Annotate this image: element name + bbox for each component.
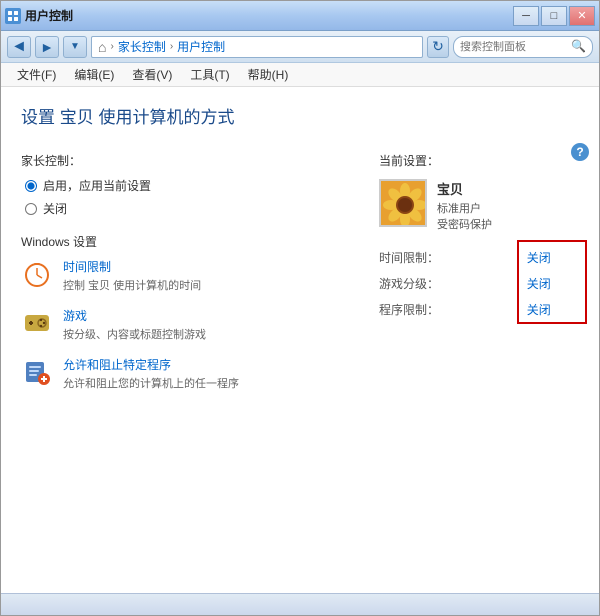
status-section: 时间限制： 关闭 游戏分级： 关闭 程序限制： 关闭 (379, 244, 579, 322)
game-link[interactable]: 游戏 (63, 307, 339, 324)
program-icon (21, 356, 53, 388)
dropdown-button[interactable]: ▼ (63, 36, 87, 58)
address-segment-home[interactable]: 家长控制 (118, 38, 166, 55)
menu-help[interactable]: 帮助(H) (240, 64, 297, 85)
two-column-layout: 家长控制： 启用，应用当前设置 关闭 Windows 设置 (21, 152, 579, 405)
windows-settings-title: Windows 设置 (21, 233, 339, 250)
radio-on-item[interactable]: 启用，应用当前设置 (25, 177, 339, 194)
game-rating-label: 游戏分级： (379, 270, 527, 296)
main-window: 用户控制 ─ □ ✕ ◄ ► ▼ ⌂ › 家长控制 › 用户控制 ↻ 🔍 文件(… (0, 0, 600, 616)
maximize-button[interactable]: □ (541, 6, 567, 26)
back-button[interactable]: ◄ (7, 36, 31, 58)
radio-on-input[interactable] (25, 180, 37, 192)
time-limit-item[interactable]: 时间限制 控制 宝贝 使用计算机的时间 (21, 258, 339, 293)
address-arrow2: › (170, 41, 173, 52)
search-icon[interactable]: 🔍 (571, 39, 586, 55)
windows-settings-section: Windows 设置 时间限制 (21, 233, 339, 391)
current-settings-title: 当前设置： (379, 152, 579, 169)
program-limit-label: 程序限制： (379, 296, 527, 322)
game-rating-row: 游戏分级： 关闭 (379, 270, 579, 296)
status-bar (1, 593, 599, 615)
time-limit-status-value[interactable]: 关闭 (527, 244, 579, 270)
right-column: 当前设置： (379, 152, 579, 405)
menu-view[interactable]: 查看(V) (124, 64, 180, 85)
forward-button[interactable]: ► (35, 36, 59, 58)
search-box[interactable]: 🔍 (453, 36, 593, 58)
time-limit-icon (21, 258, 53, 290)
time-limit-desc: 控制 宝贝 使用计算机的时间 (63, 277, 339, 293)
window-icon (5, 8, 21, 24)
window-title: 用户控制 (25, 7, 73, 24)
time-limit-link[interactable]: 时间限制 (63, 258, 339, 275)
address-path: ⌂ › 家长控制 › 用户控制 (91, 36, 423, 58)
address-arrow1: › (110, 41, 113, 52)
status-table: 时间限制： 关闭 游戏分级： 关闭 程序限制： 关闭 (379, 244, 579, 322)
menu-edit[interactable]: 编辑(E) (66, 64, 122, 85)
menu-tools[interactable]: 工具(T) (182, 64, 237, 85)
menu-file[interactable]: 文件(F) (9, 64, 64, 85)
game-icon (21, 307, 53, 339)
address-bar: ◄ ► ▼ ⌂ › 家长控制 › 用户控制 ↻ 🔍 (1, 31, 599, 63)
time-limit-row: 时间限制： 关闭 (379, 244, 579, 270)
home-icon: ⌂ (98, 39, 106, 55)
title-bar-left: 用户控制 (5, 7, 73, 24)
menu-bar: 文件(F) 编辑(E) 查看(V) 工具(T) 帮助(H) (1, 63, 599, 87)
minimize-button[interactable]: ─ (513, 6, 539, 26)
user-role: 标准用户 (437, 200, 579, 216)
search-input[interactable] (460, 41, 567, 53)
program-desc: 允许和阻止您的计算机上的任一程序 (63, 375, 339, 391)
help-icon-button[interactable]: ? (571, 143, 589, 161)
game-item[interactable]: 游戏 按分级、内容或标题控制游戏 (21, 307, 339, 342)
time-limit-text: 时间限制 控制 宝贝 使用计算机的时间 (63, 258, 339, 293)
user-protection: 受密码保护 (437, 216, 579, 232)
radio-group: 启用，应用当前设置 关闭 (21, 177, 339, 217)
page-title: 设置 宝贝 使用计算机的方式 (21, 103, 579, 136)
time-limit-status-label: 时间限制： (379, 244, 527, 270)
radio-off-label: 关闭 (43, 200, 67, 217)
radio-off-input[interactable] (25, 203, 37, 215)
radio-on-label: 启用，应用当前设置 (43, 177, 151, 194)
left-column: 家长控制： 启用，应用当前设置 关闭 Windows 设置 (21, 152, 339, 405)
program-limit-value[interactable]: 关闭 (527, 296, 579, 322)
program-link[interactable]: 允许和阻止特定程序 (63, 356, 339, 373)
game-desc: 按分级、内容或标题控制游戏 (63, 326, 339, 342)
program-limit-row: 程序限制： 关闭 (379, 296, 579, 322)
game-text: 游戏 按分级、内容或标题控制游戏 (63, 307, 339, 342)
title-bar: 用户控制 ─ □ ✕ (1, 1, 599, 31)
refresh-button[interactable]: ↻ (427, 36, 449, 58)
close-button[interactable]: ✕ (569, 6, 595, 26)
parent-control-section-title: 家长控制： (21, 152, 339, 169)
program-item[interactable]: 允许和阻止特定程序 允许和阻止您的计算机上的任一程序 (21, 356, 339, 391)
radio-off-item[interactable]: 关闭 (25, 200, 339, 217)
game-rating-value[interactable]: 关闭 (527, 270, 579, 296)
user-details: 宝贝 标准用户 受密码保护 (437, 179, 579, 232)
title-controls: ─ □ ✕ (513, 6, 595, 26)
address-segment-current[interactable]: 用户控制 (177, 38, 225, 55)
content-area: ? 设置 宝贝 使用计算机的方式 家长控制： 启用，应用当前设置 关闭 (1, 87, 599, 593)
program-text: 允许和阻止特定程序 允许和阻止您的计算机上的任一程序 (63, 356, 339, 391)
user-name: 宝贝 (437, 179, 579, 198)
user-info: 宝贝 标准用户 受密码保护 (379, 179, 579, 232)
user-avatar (379, 179, 427, 227)
